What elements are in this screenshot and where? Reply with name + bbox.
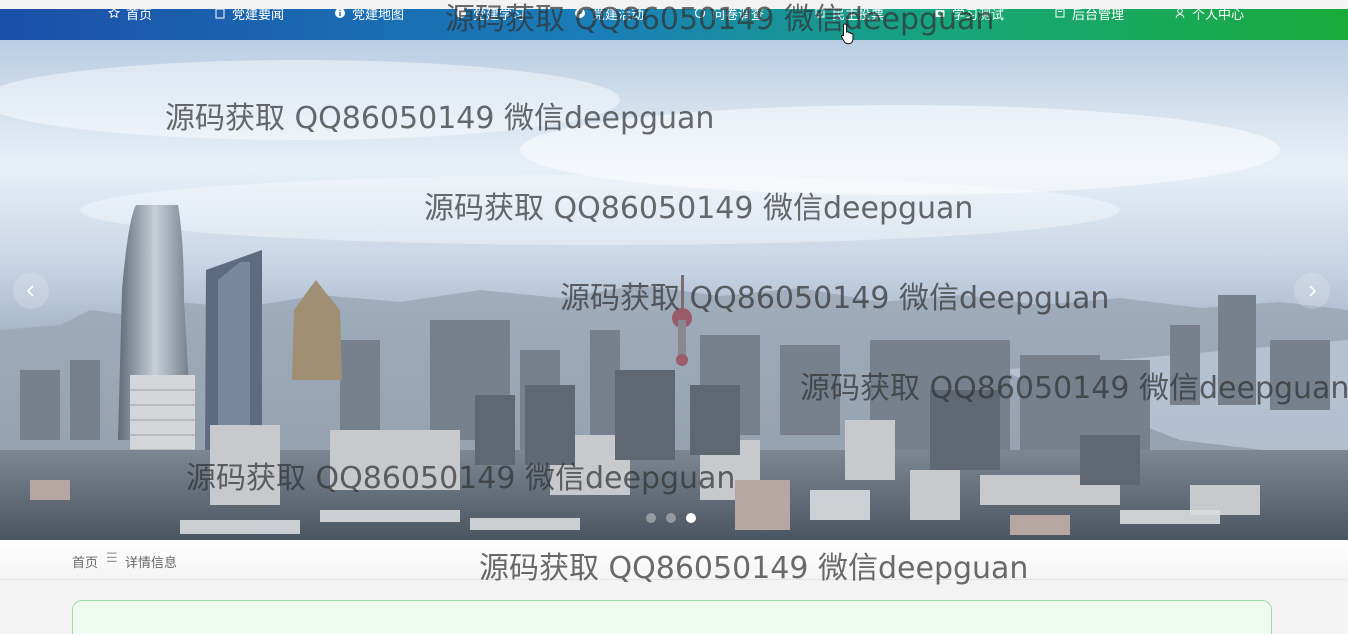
carousel-dot[interactable] [646,513,656,523]
nav-item-home[interactable]: 首页 [108,9,152,23]
watermark-text: 源码获取 QQ86050149 微信deepguan [165,101,715,136]
nav-label: 党建要闻 [232,9,285,23]
hand-cursor-icon [840,23,854,45]
detail-content-card [72,600,1272,634]
watermark-text: 源码获取 QQ86050149 微信deepguan [445,2,995,37]
watermark-text: 源码获取 QQ86050149 微信deepguan [186,461,736,496]
nav-item-admin[interactable]: 后台管理 [1054,9,1124,23]
breadcrumb-separator-icon: ☰ [106,551,118,566]
carousel-indicators [646,513,696,523]
info-icon [335,9,345,18]
carousel-dot[interactable] [666,513,676,523]
watermark-text: 源码获取 QQ86050149 微信deepguan [424,191,974,226]
user-icon [1175,9,1185,19]
breadcrumb-home-link[interactable]: 首页 [72,552,98,571]
carousel-next-button[interactable] [1294,273,1330,309]
star-icon [108,9,120,19]
page: 首页 党建要闻 党建地图 党建学习 党建活动 问卷调查 民主投票 学习测试 后台… [0,0,1348,634]
nav-item-news[interactable]: 党建要闻 [214,9,284,23]
nav-label: 个人中心 [1192,9,1245,23]
watermark-text: 源码获取 QQ86050149 微信deepguan [560,281,1110,316]
chevron-right-icon [1309,285,1317,297]
carousel-dot-active[interactable] [686,513,696,523]
watermark-text: 源码获取 QQ86050149 微信deepguan [479,551,1029,586]
nav-label: 党建地图 [352,9,405,23]
nav-label: 后台管理 [1072,9,1125,23]
nav-item-map[interactable]: 党建地图 [334,9,404,23]
carousel-prev-button[interactable] [13,273,49,309]
news-icon [215,9,225,19]
watermark-text: 源码获取 QQ86050149 微信deepguan [800,371,1348,406]
chevron-left-icon [26,285,34,297]
nav-item-profile[interactable]: 个人中心 [1174,9,1244,23]
breadcrumb-current: 详情信息 [125,556,178,571]
nav-label: 首页 [126,9,153,23]
admin-icon [1055,9,1065,18]
